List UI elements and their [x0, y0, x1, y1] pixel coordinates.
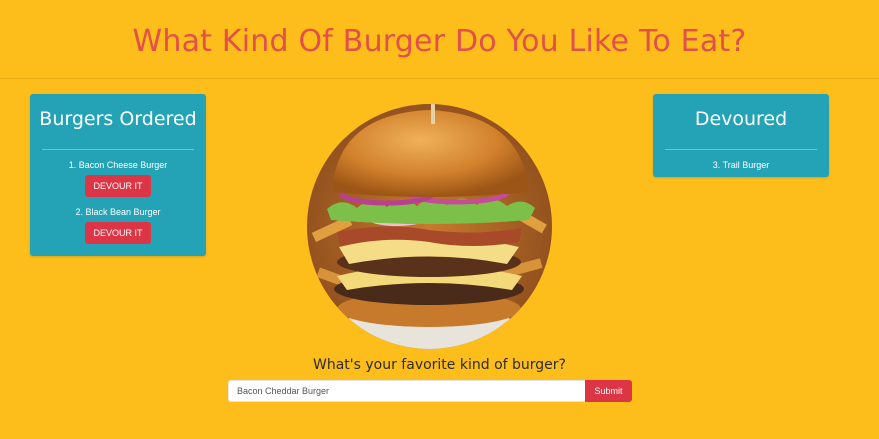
burgers-ordered-title: Burgers Ordered — [39, 108, 197, 130]
page-header: What Kind Of Burger Do You Like To Eat? — [0, 0, 879, 79]
ordered-item: 1. Bacon Cheese Burger DEVOUR IT — [30, 160, 206, 197]
devoured-item-label: 3. Trail Burger — [712, 160, 770, 170]
card-divider — [665, 149, 817, 150]
card-divider — [42, 149, 194, 150]
ordered-item: 2. Black Bean Burger DEVOUR IT — [30, 207, 206, 244]
burger-name-input[interactable] — [228, 380, 586, 402]
devour-button[interactable]: DEVOUR IT — [85, 222, 151, 244]
submit-button[interactable]: Submit — [585, 380, 632, 402]
ordered-item-label: 1. Bacon Cheese Burger — [68, 160, 168, 170]
ordered-item-label: 2. Black Bean Burger — [75, 207, 161, 217]
burgers-ordered-card: Burgers Ordered 1. Bacon Cheese Burger D… — [30, 94, 206, 256]
devoured-card: Devoured 3. Trail Burger — [653, 94, 829, 177]
devoured-title: Devoured — [694, 108, 788, 130]
devour-button[interactable]: DEVOUR IT — [85, 175, 151, 197]
burger-photo — [307, 104, 552, 349]
burger-image — [307, 104, 552, 349]
page-title: What Kind Of Burger Do You Like To Eat? — [132, 24, 747, 59]
burger-question: What's your favorite kind of burger? — [313, 357, 566, 373]
